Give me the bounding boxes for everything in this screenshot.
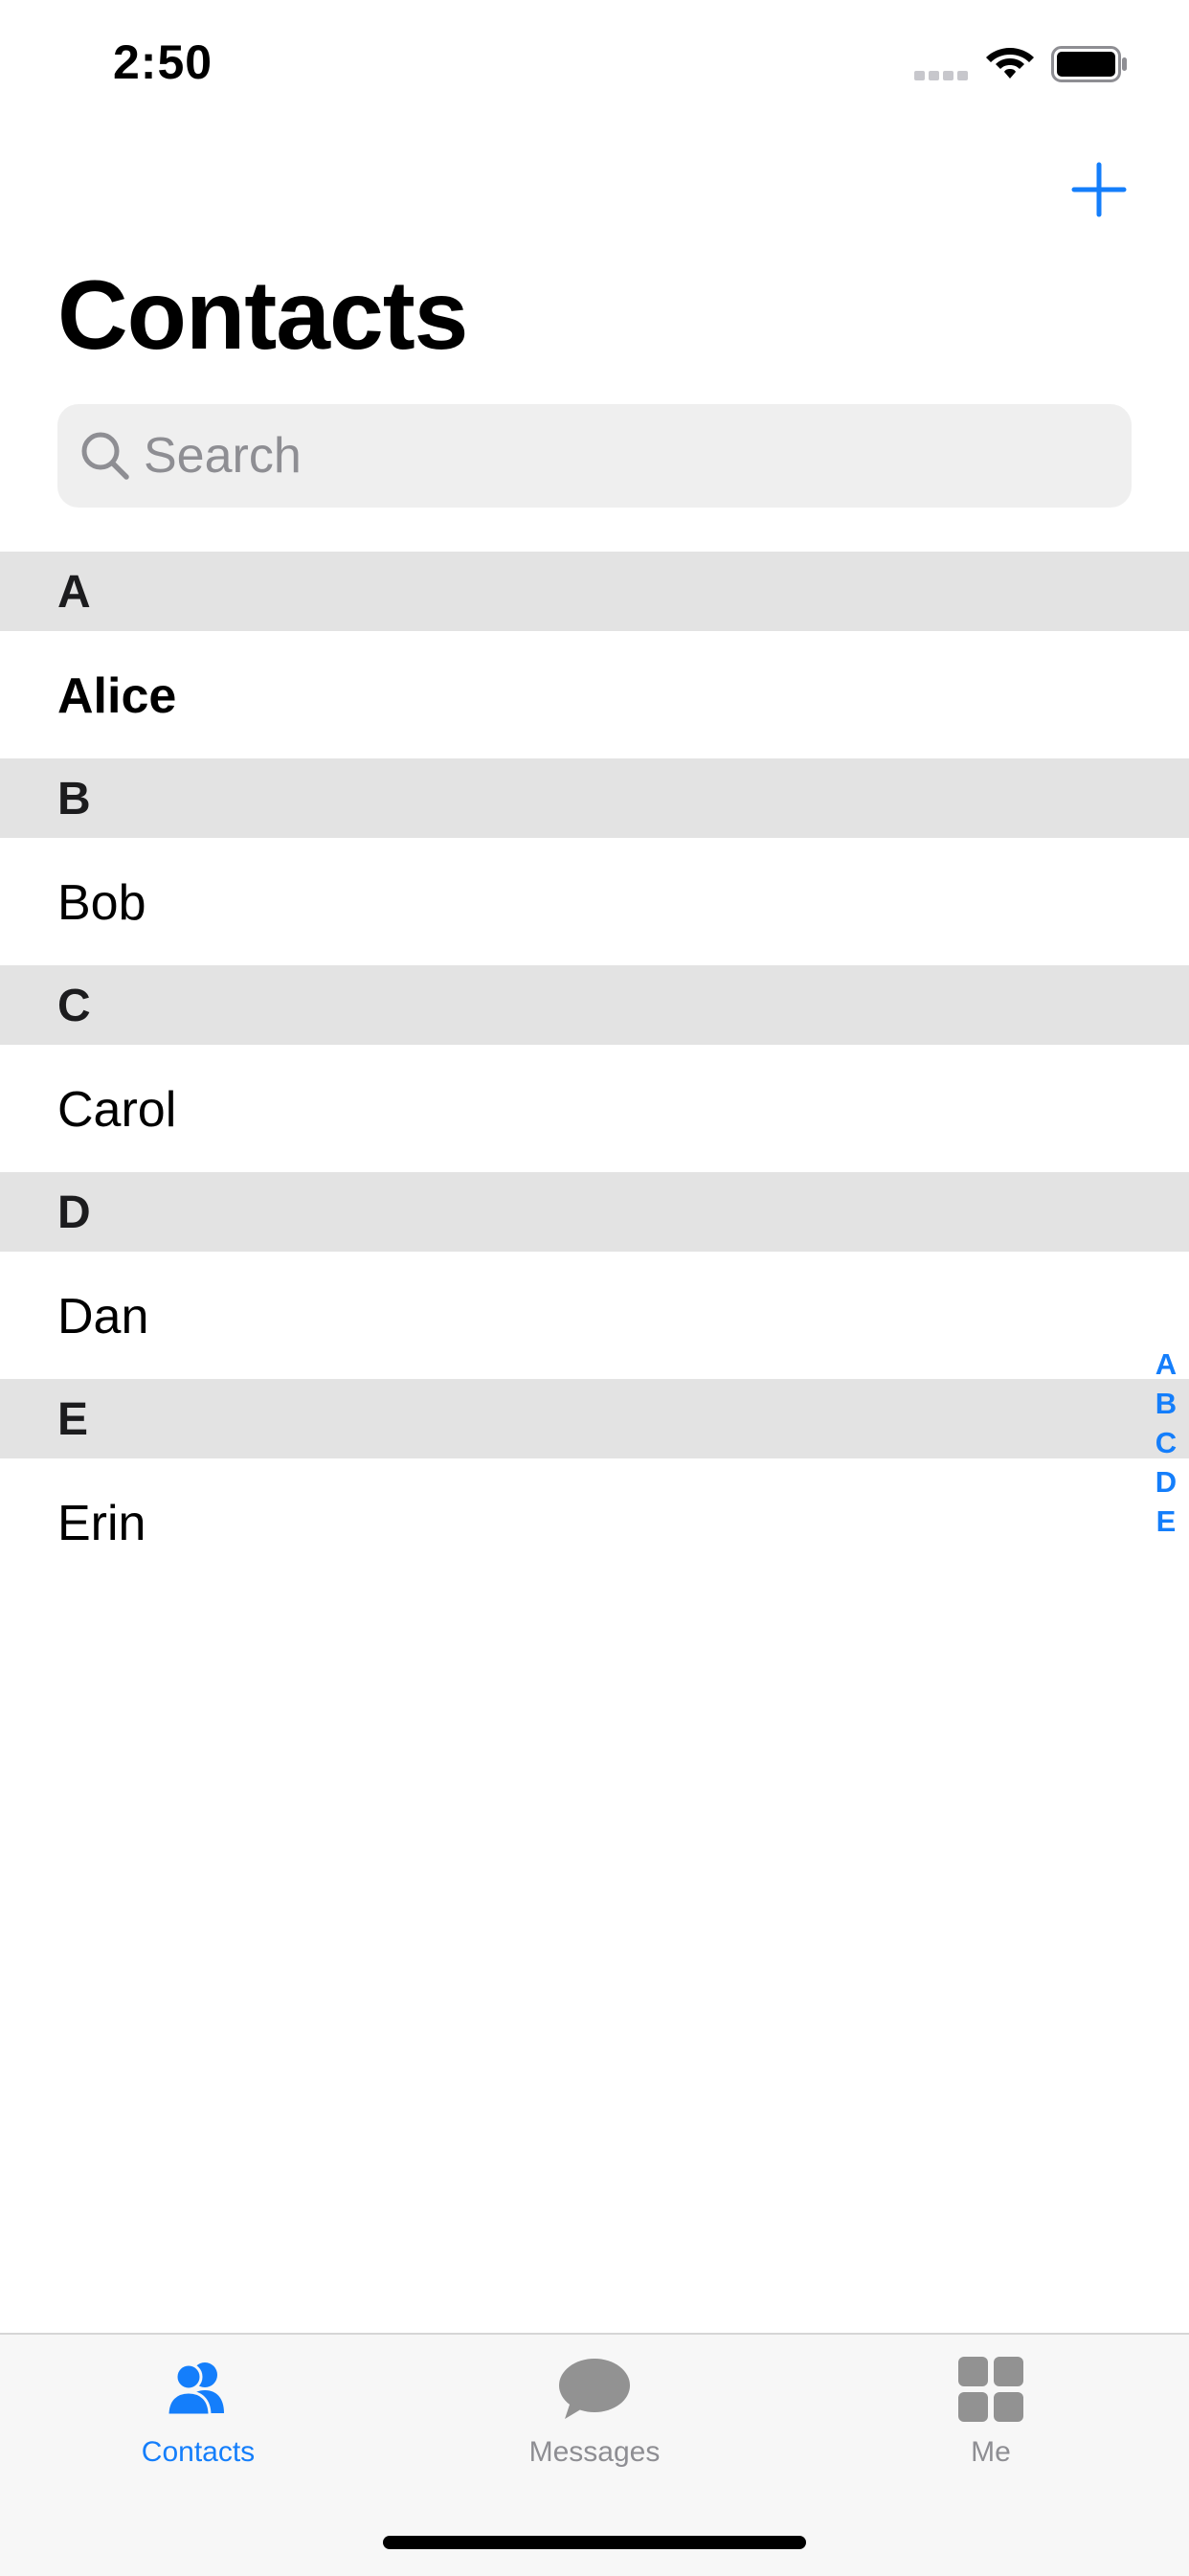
contacts-icon xyxy=(166,2362,224,2417)
contact-row-carol[interactable]: Carol xyxy=(0,1045,1189,1172)
messages-icon xyxy=(559,2359,630,2419)
contacts-list: A Alice B Bob C Carol D Dan E Erin xyxy=(0,552,1189,1586)
tab-label: Contacts xyxy=(141,2436,256,2468)
search-bar[interactable] xyxy=(57,404,1132,508)
contact-name: Dan xyxy=(57,1289,149,1344)
contact-row-dan[interactable]: Dan xyxy=(0,1252,1189,1379)
status-bar: 2:50 xyxy=(0,0,1189,126)
index-letter-c[interactable]: C xyxy=(1149,1423,1183,1462)
grid-icon xyxy=(958,2357,1023,2422)
contact-name: Carol xyxy=(57,1082,177,1138)
section-index[interactable]: A B C D E xyxy=(1149,1344,1183,1541)
search-icon xyxy=(81,432,129,480)
section-letter: B xyxy=(57,774,91,825)
index-letter-a[interactable]: A xyxy=(1149,1344,1183,1384)
add-contact-button[interactable] xyxy=(1070,161,1128,218)
contact-row-erin[interactable]: Erin xyxy=(0,1458,1189,1586)
tab-label: Messages xyxy=(528,2436,661,2468)
index-letter-e[interactable]: E xyxy=(1149,1502,1183,1541)
page-title: Contacts xyxy=(57,260,468,370)
contact-name: Alice xyxy=(57,668,177,724)
index-letter-d[interactable]: D xyxy=(1149,1462,1183,1502)
cellular-signal-icon xyxy=(914,71,968,80)
section-letter: E xyxy=(57,1394,89,1445)
contact-row-bob[interactable]: Bob xyxy=(0,838,1189,965)
status-time: 2:50 xyxy=(113,35,213,89)
section-header: E xyxy=(0,1379,1189,1458)
contact-name: Bob xyxy=(57,875,146,931)
section-header: D xyxy=(0,1172,1189,1252)
section-header: C xyxy=(0,965,1189,1045)
section-letter: C xyxy=(57,981,91,1031)
home-indicator xyxy=(383,2536,806,2549)
search-input[interactable] xyxy=(144,404,1101,508)
plus-icon xyxy=(1071,162,1127,217)
section-header: B xyxy=(0,758,1189,838)
contact-row-alice[interactable]: Alice xyxy=(0,631,1189,758)
index-letter-b[interactable]: B xyxy=(1149,1384,1183,1423)
tab-messages[interactable]: Messages xyxy=(396,2335,793,2497)
contact-name: Erin xyxy=(57,1496,146,1551)
section-letter: A xyxy=(57,567,91,618)
wifi-icon xyxy=(986,48,1034,79)
section-letter: D xyxy=(57,1187,91,1238)
tab-label: Me xyxy=(971,2436,1011,2468)
tab-contacts[interactable]: Contacts xyxy=(0,2335,396,2497)
section-header: A xyxy=(0,552,1189,631)
battery-icon xyxy=(1051,46,1127,82)
tab-me[interactable]: Me xyxy=(793,2335,1189,2497)
